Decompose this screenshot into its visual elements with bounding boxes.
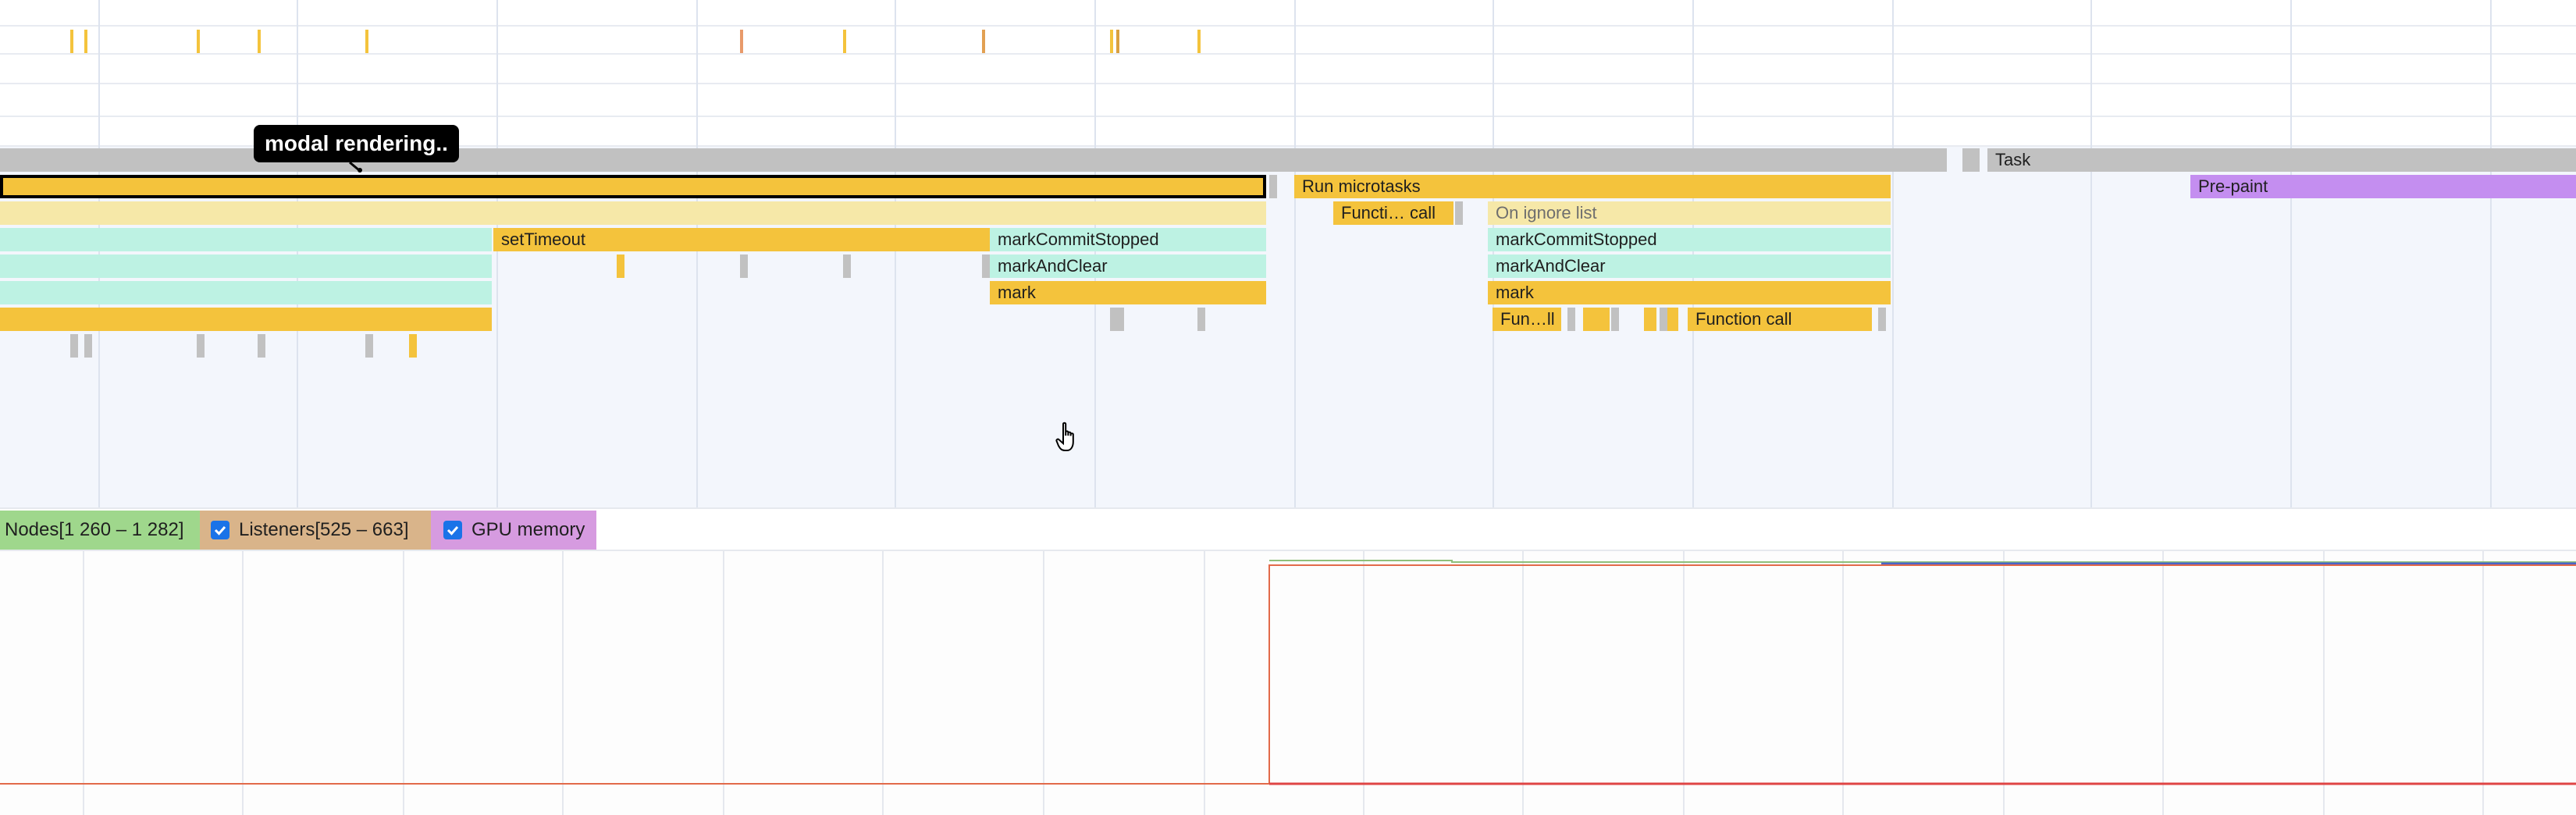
event-bar[interactable] xyxy=(1455,201,1463,225)
function-call-bar[interactable]: Function call xyxy=(1688,308,1872,331)
event-bar[interactable] xyxy=(1269,175,1277,198)
listeners-checkbox[interactable] xyxy=(211,521,229,539)
track-divider xyxy=(0,83,2576,84)
function-call-bar[interactable] xyxy=(1583,308,1610,331)
mark-commit-stopped-bar[interactable]: markCommitStopped xyxy=(1488,228,1891,251)
function-call-bar[interactable]: Fun…ll xyxy=(1493,308,1561,331)
flame-chart[interactable]: Task Run microtasks Pre-paint Functi… ca… xyxy=(0,0,2576,507)
gpu-memory-counter-toggle[interactable]: GPU memory xyxy=(431,511,596,550)
selected-event-bar[interactable] xyxy=(0,175,1266,198)
timing-mark[interactable] xyxy=(258,30,261,53)
grid-line xyxy=(2090,0,2092,507)
event-tooltip: modal rendering.. xyxy=(254,125,459,162)
timing-mark[interactable] xyxy=(843,30,846,53)
mark-commit-stopped-bar[interactable]: markCommitStopped xyxy=(990,228,1266,251)
function-call-bar[interactable]: Functi… call xyxy=(1333,201,1453,225)
counters-legend: Nodes[1 260 – 1 282] Listeners[525 – 663… xyxy=(0,507,2576,551)
counters-graph[interactable] xyxy=(0,551,2576,815)
mark-and-clear-bar[interactable]: markAndClear xyxy=(990,254,1266,278)
timing-mark[interactable] xyxy=(1116,30,1119,53)
timing-mark[interactable] xyxy=(197,30,200,53)
checkmark-icon xyxy=(214,526,226,536)
ignore-list-bar[interactable] xyxy=(0,201,1266,225)
event-mark[interactable] xyxy=(409,334,417,358)
timing-mark[interactable] xyxy=(84,30,87,53)
timings-track xyxy=(0,0,2576,145)
track-divider xyxy=(0,116,2576,117)
event-mark[interactable] xyxy=(843,254,851,278)
task-bar[interactable] xyxy=(1962,148,1980,172)
run-microtasks-bar[interactable]: Run microtasks xyxy=(1294,175,1891,198)
grid-line xyxy=(2290,0,2292,507)
user-timing-bar[interactable] xyxy=(0,281,492,304)
gpu-memory-checkbox[interactable] xyxy=(443,521,462,539)
nodes-counter-line xyxy=(1269,560,2576,563)
timing-mark[interactable] xyxy=(740,30,743,53)
grid-line xyxy=(297,0,298,507)
function-call-bar[interactable] xyxy=(1667,308,1678,331)
event-mark[interactable] xyxy=(258,334,265,358)
track-divider xyxy=(0,53,2576,55)
event-mark[interactable] xyxy=(1611,308,1619,331)
grid-line xyxy=(2490,0,2492,507)
grid-line xyxy=(496,0,498,507)
grid-line xyxy=(696,0,698,507)
listeners-counter-toggle[interactable]: Listeners[525 – 663] xyxy=(200,511,431,550)
timing-mark[interactable] xyxy=(70,30,73,53)
hand-pointer-icon xyxy=(1055,422,1074,451)
grid-line xyxy=(1493,0,1494,507)
grid-line xyxy=(895,0,896,507)
track-divider xyxy=(0,25,2576,27)
task-bar[interactable]: Task xyxy=(1987,148,2576,172)
gpu-memory-counter-label: GPU memory xyxy=(471,519,585,540)
settimeout-bar[interactable]: setTimeout xyxy=(493,228,991,251)
on-ignore-list-bar[interactable]: On ignore list xyxy=(1488,201,1891,225)
checkmark-icon xyxy=(447,526,459,536)
event-mark[interactable] xyxy=(84,334,92,358)
user-timing-bar[interactable] xyxy=(0,254,492,278)
event-mark[interactable] xyxy=(365,334,373,358)
event-mark[interactable] xyxy=(197,334,205,358)
event-mark[interactable] xyxy=(1878,308,1886,331)
grid-line xyxy=(1692,0,1694,507)
nodes-counter-label: Nodes[1 260 – 1 282] xyxy=(5,519,184,540)
timing-mark[interactable] xyxy=(365,30,368,53)
timing-mark[interactable] xyxy=(1110,30,1113,53)
mark-bar[interactable]: mark xyxy=(990,281,1266,304)
memory-counter-line xyxy=(0,564,2576,785)
user-timing-bar[interactable] xyxy=(0,228,492,251)
mark-bar[interactable]: mark xyxy=(1488,281,1891,304)
timing-mark[interactable] xyxy=(1197,30,1201,53)
event-mark[interactable] xyxy=(1116,308,1124,331)
event-mark[interactable] xyxy=(1660,308,1667,331)
event-mark[interactable] xyxy=(617,254,624,278)
timing-mark[interactable] xyxy=(982,30,985,53)
event-mark[interactable] xyxy=(982,254,990,278)
performance-panel: Task Run microtasks Pre-paint Functi… ca… xyxy=(0,0,2576,815)
tooltip-pointer xyxy=(349,161,362,173)
mark-and-clear-bar[interactable]: markAndClear xyxy=(1488,254,1891,278)
grid-line xyxy=(1294,0,1296,507)
function-call-bar[interactable] xyxy=(1644,308,1656,331)
event-mark[interactable] xyxy=(740,254,748,278)
scripting-bar[interactable] xyxy=(0,308,492,331)
grid-line xyxy=(98,0,100,507)
listeners-counter-label: Listeners[525 – 663] xyxy=(239,519,409,540)
nodes-counter-toggle[interactable]: Nodes[1 260 – 1 282] xyxy=(0,511,200,550)
counter-lines xyxy=(0,560,2576,785)
event-mark[interactable] xyxy=(70,334,78,358)
grid-line xyxy=(1892,0,1894,507)
event-mark[interactable] xyxy=(1567,308,1575,331)
pre-paint-bar[interactable]: Pre-paint xyxy=(2190,175,2576,198)
event-mark[interactable] xyxy=(1197,308,1205,331)
grid-line xyxy=(1094,0,1096,507)
